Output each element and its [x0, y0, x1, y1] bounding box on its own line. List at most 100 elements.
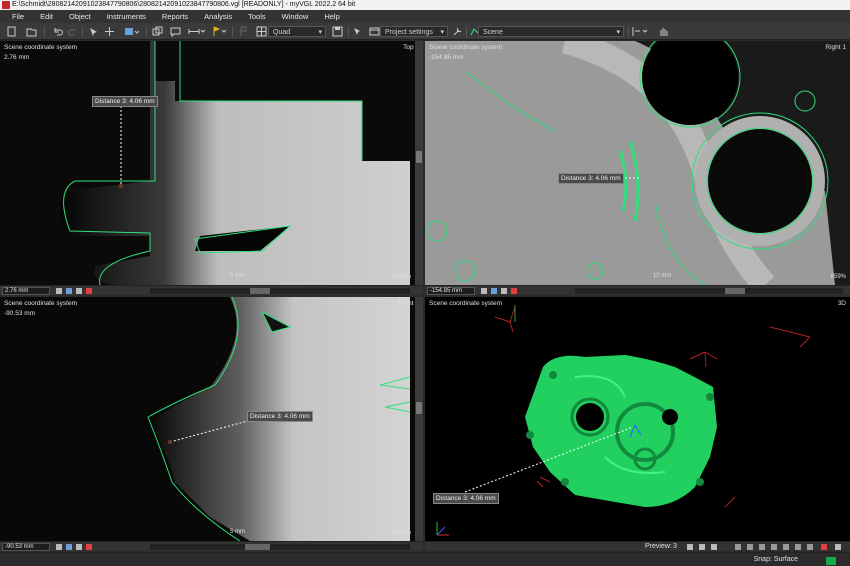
scale-bar-label: 5 mm: [230, 273, 245, 279]
view-tool-icon[interactable]: [66, 544, 72, 550]
slice-image-right: [425, 41, 850, 285]
zoom-level: 1318%: [392, 530, 411, 536]
navigate-icon[interactable]: [711, 544, 717, 550]
marker-icon[interactable]: [210, 26, 227, 37]
annotation-icon[interactable]: [170, 26, 181, 38]
coord-system-label: Scene coordinate system: [4, 44, 77, 51]
coord-system-label: Scene coordinate system: [4, 300, 77, 307]
preview-label: Preview:: [645, 543, 672, 550]
menu-help[interactable]: Help: [316, 12, 347, 21]
viewport-right[interactable]: Scene coordinate system -154.85 mm Right…: [425, 41, 850, 285]
title-bar: E:\Schmidt\280821420910238477908​06\2808…: [0, 0, 850, 10]
viewport-right-toolbar: -154.85 mm: [425, 285, 850, 295]
render-tool-icon[interactable]: [501, 288, 507, 294]
coord-system-label: Scene coordinate system: [429, 44, 502, 51]
slice-image-front: [0, 297, 423, 541]
viewport-name: Right 1: [825, 44, 846, 51]
menu-tools[interactable]: Tools: [240, 12, 274, 21]
menu-window[interactable]: Window: [274, 12, 317, 21]
distance-label[interactable]: Distance 3: 4.06 mm: [92, 96, 158, 107]
menu-edit[interactable]: Edit: [32, 12, 61, 21]
scale-bar-label: 10 mm: [653, 273, 672, 279]
distance-label[interactable]: Distance 3: 4.06 mm: [433, 493, 499, 504]
viewport-3d-toolbar: Preview: 3: [425, 541, 850, 551]
view-right-icon[interactable]: [783, 544, 789, 550]
project-settings-select[interactable]: Project settings ▾: [380, 26, 448, 37]
view-cube-icon[interactable]: [735, 544, 741, 550]
view-tool-icon[interactable]: [66, 288, 72, 294]
chevron-down-icon: ▾: [318, 29, 322, 36]
render-tool-icon[interactable]: [76, 544, 82, 550]
slice-position-field[interactable]: 2.76 mm: [2, 287, 50, 295]
slice-image-top: [0, 41, 423, 285]
clip-tool-icon[interactable]: [86, 544, 92, 550]
menu-analysis[interactable]: Analysis: [196, 12, 240, 21]
distance-label[interactable]: Distance 3: 4.06 mm: [247, 411, 313, 422]
slice-position: 2.76 mm: [4, 54, 30, 61]
viewport-front[interactable]: Scene coordinate system -90.53 mm Front …: [0, 297, 423, 541]
wrench-icon[interactable]: [452, 26, 463, 37]
view-bottom-icon[interactable]: [807, 544, 813, 550]
open-folder-icon[interactable]: [26, 26, 37, 37]
snap-tool-icon[interactable]: [699, 544, 705, 550]
move-tool-icon[interactable]: [104, 26, 115, 37]
slice-position-field[interactable]: -90.53 mm: [2, 543, 50, 551]
menu-bar: File Edit Object Instruments Reports Ana…: [0, 10, 850, 23]
menu-instruments[interactable]: Instruments: [99, 12, 154, 21]
coord-system-label: Scene coordinate system: [429, 300, 502, 307]
stepper-icon[interactable]: [56, 288, 62, 294]
redo-icon[interactable]: [68, 26, 79, 37]
snap-mode[interactable]: Snap: Surface: [754, 556, 798, 563]
view-tool-icon[interactable]: [491, 288, 497, 294]
align-icon[interactable]: [632, 26, 648, 37]
clip-tool-icon[interactable]: [821, 544, 827, 550]
undo-icon[interactable]: [52, 26, 63, 37]
horizontal-scrollbar[interactable]: [150, 288, 410, 294]
slice-position-field[interactable]: -154.85 mm: [427, 287, 475, 295]
chevron-down-icon: ▾: [440, 29, 444, 36]
viewport-3d[interactable]: Scene coordinate system 3D Distance 3: 4…: [425, 297, 850, 541]
window-title: E:\Schmidt\280821420910238477908​06\2808…: [12, 1, 356, 8]
settings-panel-icon: [369, 26, 380, 37]
cursor-icon[interactable]: [352, 26, 363, 37]
app-icon: [2, 1, 10, 9]
flag-icon[interactable]: [238, 26, 249, 37]
view-back-icon[interactable]: [759, 544, 765, 550]
new-file-icon[interactable]: [6, 26, 17, 37]
view-mode-icon[interactable]: [124, 26, 140, 37]
hand-icon[interactable]: [658, 26, 669, 37]
render-tool-icon[interactable]: [76, 288, 82, 294]
save-layout-icon[interactable]: [332, 26, 343, 37]
measure-icon[interactable]: [188, 26, 206, 37]
menu-reports[interactable]: Reports: [154, 12, 196, 21]
layout-grid-icon: [256, 26, 267, 37]
horizontal-scrollbar[interactable]: [150, 544, 410, 550]
menu-object[interactable]: Object: [61, 12, 99, 21]
layout-select[interactable]: Quad ▾: [268, 26, 326, 37]
view-left-icon[interactable]: [771, 544, 777, 550]
view-front-icon[interactable]: [747, 544, 753, 550]
distance-label[interactable]: Distance 3: 4.06 mm: [558, 173, 624, 184]
menu-file[interactable]: File: [4, 12, 32, 21]
zoom-level: 1776%: [392, 274, 411, 280]
copy-icon[interactable]: [152, 26, 163, 37]
select-tool-icon[interactable]: [88, 26, 99, 37]
clip-tool-icon[interactable]: [511, 288, 517, 294]
clip-tool-icon[interactable]: [86, 288, 92, 294]
zoom-level: 659%: [830, 274, 846, 280]
main-toolbar: Quad ▾ Project settings ▾ Scene ▾: [0, 23, 850, 40]
preview-stepper-icon[interactable]: [687, 544, 693, 550]
preview-value[interactable]: 3: [673, 543, 677, 550]
viewport-top[interactable]: Scene coordinate system 2.76 mm Top 1 Di…: [0, 41, 423, 285]
stepper-icon[interactable]: [56, 544, 62, 550]
vertical-scrollbar[interactable]: [415, 297, 423, 541]
stepper-icon[interactable]: [481, 288, 487, 294]
slice-position: -154.85 mm: [429, 54, 464, 61]
scene-select[interactable]: Scene ▾: [478, 26, 624, 37]
vertical-scrollbar[interactable]: [415, 41, 423, 285]
horizontal-scrollbar[interactable]: [575, 288, 843, 294]
viewport-name: 3D: [837, 300, 846, 307]
view-top-icon[interactable]: [795, 544, 801, 550]
maximize-icon[interactable]: [835, 544, 841, 550]
chevron-down-icon: ▾: [616, 29, 620, 36]
